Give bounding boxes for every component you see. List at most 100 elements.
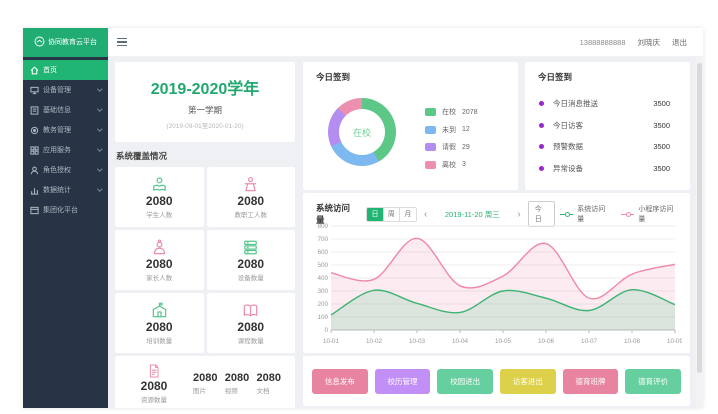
bullet-dot (539, 101, 544, 107)
chevron-down-icon (96, 186, 102, 192)
sidebar-item-app-services[interactable]: 应用服务 (23, 140, 108, 160)
chevron-down-icon (96, 146, 102, 152)
legend-item: 在校 2078 (425, 107, 478, 117)
home-icon (30, 65, 39, 75)
svg-text:10-02: 10-02 (366, 338, 383, 345)
svg-text:500: 500 (317, 262, 328, 269)
page: 协同教育云平台 13888888888 刘晓庆 退出 首页 设备管理 基础信息 … (0, 0, 718, 414)
sidebar-item-devices[interactable]: 设备管理 (23, 80, 108, 100)
sidebar-item-roles[interactable]: 角色授权 (23, 160, 108, 180)
list-item: 预警数据 3500 (539, 136, 680, 158)
semester-title: 2019-2020学年 (150, 81, 260, 98)
checkin-card: 今日签到 在校 在校 2078 未到 12 请假 29 离校 3 (303, 62, 518, 190)
sidebar-item-academic[interactable]: 教务管理 (23, 120, 108, 140)
stat-card-devices: 2080 设备数量 (206, 230, 295, 290)
quick-button-evaluation[interactable]: 德育评价 (625, 368, 682, 394)
svg-text:100: 100 (317, 314, 328, 321)
resource-card: 2080 资源数量 2080 图片 2080 视频 2080 文档 (115, 356, 295, 408)
svg-text:0: 0 (324, 327, 328, 334)
menu-toggle-icon[interactable] (117, 38, 127, 46)
monitor-icon (30, 86, 39, 95)
platform-icon (30, 206, 39, 215)
scrollbar-thumb[interactable] (697, 63, 702, 373)
file-icon (146, 363, 162, 379)
apps-grid-icon (30, 145, 39, 155)
chevron-down-icon (96, 106, 102, 112)
legend-swatch (425, 160, 436, 169)
sidebar-item-group-platform[interactable]: 集团化平台 (23, 200, 108, 220)
chevron-down-icon (96, 126, 102, 132)
app-window: 协同教育云平台 13888888888 刘晓庆 退出 首页 设备管理 基础信息 … (23, 27, 703, 408)
checkin-title: 今日签到 (316, 72, 351, 82)
app-title: 协同教育云平台 (48, 39, 97, 46)
svg-text:10-05: 10-05 (495, 338, 512, 345)
left-column: 2019-2020学年 第一学期 (2019-09-01至2020-01-20)… (115, 62, 295, 408)
header-right: 13888888888 刘晓庆 退出 (580, 37, 703, 48)
logo-icon (34, 36, 45, 49)
top-header: 协同教育云平台 13888888888 刘晓庆 退出 (23, 27, 703, 57)
stat-card-training: 2080 培训数量 (115, 293, 204, 353)
bullet-dot (539, 144, 544, 150)
donut-legend: 在校 2078 未到 12 请假 29 离校 3 (425, 107, 478, 170)
parent-icon (150, 238, 169, 257)
coverage-grid: 2080 学生人数 2080 教职工人数 2080 家长人数 2080 设备数量 (115, 167, 295, 353)
quick-button-campus-access[interactable]: 校园进出 (437, 368, 494, 394)
svg-text:400: 400 (317, 275, 328, 282)
legend-item: 请假 29 (425, 142, 478, 152)
resource-extra-videos: 2080 视频 (224, 371, 250, 396)
app-logo: 协同教育云平台 (23, 27, 108, 57)
sidebar: 首页 设备管理 基础信息 教务管理 应用服务 角色授权 数据统计 集团化平台 (23, 57, 108, 408)
quick-button-info-publish[interactable]: 信息发布 (312, 368, 368, 394)
today-stats-card: 今日签到 今日消息推送 3500 今日访客 3500 预警数据 3500 异常设备 35… (525, 62, 690, 190)
resource-extra-images: 2080 图片 (193, 371, 218, 396)
sidebar-item-home[interactable]: 首页 (23, 60, 108, 80)
bar-chart-icon (30, 186, 39, 195)
visits-area-chart: 0 100 200 300 400 500 600 700 800 10-01 10-02 10-03… (317, 223, 682, 345)
quick-actions-card: 信息发布 校历管理 校园进出 访客进出 德育班牌 德育评价 (303, 356, 690, 406)
svg-text:10-09: 10-09 (667, 338, 682, 345)
stat-card-students: 2080 学生人数 (115, 167, 204, 227)
today-stats-title: 今日签到 (538, 72, 573, 82)
quick-button-calendar[interactable]: 校历管理 (374, 368, 431, 394)
document-icon (30, 105, 39, 115)
svg-text:10-07: 10-07 (581, 338, 598, 345)
teacher-icon (241, 175, 260, 194)
quick-button-visitor-access[interactable]: 访客进出 (500, 368, 556, 394)
bullet-dot (539, 122, 544, 128)
chevron-down-icon (96, 86, 102, 92)
quick-button-class-board[interactable]: 德育班牌 (562, 368, 619, 394)
list-item: 异常设备 3500 (539, 158, 680, 180)
legend-swatch (425, 143, 436, 151)
header-phone: 13888888888 (579, 37, 626, 47)
right-column: 今日签到 在校 在校 2078 未到 12 请假 29 离校 3 今日签到 今日消息推送… (303, 62, 690, 408)
school-building-icon (150, 301, 169, 320)
svg-text:10-06: 10-06 (538, 338, 555, 345)
gear-icon (30, 126, 39, 135)
list-item: 今日访客 3500 (539, 115, 680, 137)
svg-text:10-01: 10-01 (323, 338, 340, 345)
resource-extra-docs: 2080 文档 (256, 371, 281, 396)
legend-item: 离校 3 (425, 160, 478, 170)
student-icon (150, 175, 169, 194)
stat-card-courses: 2080 课程数量 (206, 293, 295, 353)
svg-text:10-03: 10-03 (409, 338, 426, 345)
svg-text:800: 800 (317, 223, 328, 230)
header-username[interactable]: 刘晓庆 (638, 37, 661, 48)
svg-text:200: 200 (317, 301, 328, 308)
semester-range: (2019-09-01至2020-01-20) (166, 123, 244, 130)
stat-card-parents: 2080 家长人数 (115, 230, 204, 290)
donut-center-label: 在校 (352, 127, 371, 138)
svg-text:300: 300 (317, 288, 328, 295)
logout-link[interactable]: 退出 (672, 37, 687, 48)
open-book-icon (241, 301, 260, 320)
chevron-down-icon (96, 166, 102, 172)
scrollbar[interactable] (696, 57, 703, 408)
sidebar-item-basic-info[interactable]: 基础信息 (23, 100, 108, 120)
svg-text:10-04: 10-04 (452, 338, 469, 345)
visits-chart-card: 系统访问量 日 周 月 ‹ 2019-11-20 周三 › 今日 系统访问量 小… (303, 193, 690, 353)
semester-term: 第一学期 (187, 105, 222, 115)
legend-swatch (425, 108, 436, 116)
current-date: 2019-11-20 周三 (444, 209, 500, 219)
sidebar-item-statistics[interactable]: 数据统计 (23, 180, 108, 200)
stat-card-staff: 2080 教职工人数 (206, 167, 295, 227)
